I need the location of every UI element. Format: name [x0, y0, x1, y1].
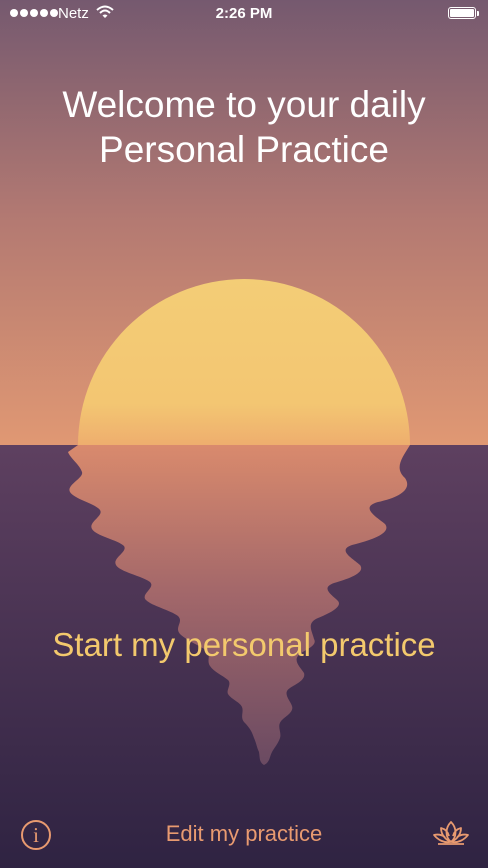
- app-screen: Netz 2:26 PM Welcome to your daily Perso…: [0, 0, 488, 868]
- welcome-title-line-1: Welcome to your daily: [62, 84, 426, 125]
- edit-practice-button[interactable]: Edit my practice: [166, 821, 323, 846]
- welcome-title: Welcome to your daily Personal Practice: [20, 82, 468, 172]
- status-bar: Netz 2:26 PM: [0, 0, 488, 28]
- welcome-title-line-2: Personal Practice: [99, 129, 389, 170]
- bottom-toolbar: i Edit my practice: [0, 806, 488, 868]
- battery-icon: [448, 7, 479, 19]
- lotus-icon[interactable]: [432, 818, 470, 850]
- start-practice-button[interactable]: Start my personal practice: [20, 622, 468, 668]
- status-time: 2:26 PM: [215, 5, 273, 22]
- edit-practice-button-wrap: Edit my practice: [0, 819, 488, 849]
